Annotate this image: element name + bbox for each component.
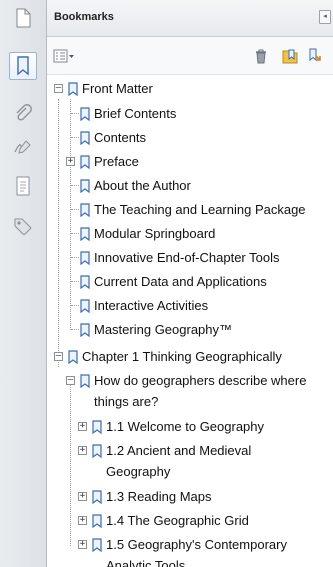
bookmark-label: Interactive Activities — [94, 298, 209, 313]
tree-connector — [71, 233, 79, 234]
bookmark-icon — [80, 107, 90, 121]
navigation-rail — [0, 0, 47, 567]
bookmark-label: 1.2 Ancient and Medieval Geography — [106, 443, 252, 479]
trash-icon[interactable] — [254, 48, 268, 64]
bookmark-label: Current Data and Applications — [94, 274, 267, 289]
panel-header: Bookmarks ◂ — [47, 0, 333, 37]
tree-connector — [71, 113, 79, 114]
tree-connector — [71, 185, 79, 186]
bookmark-label: The Teaching and Learning Package — [94, 202, 306, 217]
bookmark-icon — [68, 350, 78, 364]
bookmark-label: About the Author — [94, 178, 191, 193]
bookmark-icon — [80, 203, 90, 217]
tree-connector — [71, 209, 79, 210]
bookmark-label: 1.5 Geography's Contemporary Analytic To… — [106, 537, 287, 567]
bookmark-icon — [80, 155, 90, 169]
bookmark-tree: – Front Matter Brief Contents Contents +… — [47, 75, 333, 567]
bookmarks-panel: Bookmarks ◂ – Front Matter Brief Content… — [47, 0, 333, 567]
bookmark-icon — [80, 227, 90, 241]
expand-toggle[interactable]: + — [78, 446, 87, 455]
tree-connector — [71, 137, 79, 138]
bookmark-label: Preface — [94, 154, 139, 169]
content-icon[interactable] — [9, 172, 37, 200]
tree-connector — [70, 378, 71, 546]
bookmark-label: Innovative End-of-Chapter Tools — [94, 250, 280, 265]
tree-connector — [70, 99, 71, 330]
expand-toggle[interactable]: + — [78, 540, 87, 549]
bookmarks-icon[interactable] — [9, 52, 37, 80]
bookmark-label: Brief Contents — [94, 106, 177, 121]
tree-connector — [71, 329, 79, 330]
new-bookmark-icon[interactable] — [281, 48, 299, 64]
bookmark-label: Front Matter — [82, 81, 153, 96]
bookmark-label: Mastering Geography™ — [94, 322, 233, 337]
expand-toggle[interactable]: + — [78, 516, 87, 525]
collapse-panel-button[interactable]: ◂ — [319, 10, 331, 24]
collapse-toggle[interactable]: – — [66, 376, 75, 385]
bookmark-expand-icon[interactable] — [307, 48, 325, 64]
list-options-icon[interactable] — [53, 48, 75, 64]
bookmark-label: Modular Springboard — [94, 226, 216, 241]
bookmark-label: 1.4 The Geographic Grid — [106, 513, 249, 528]
bookmark-label: How do geographers describe where things… — [94, 373, 307, 409]
tree-connector — [58, 99, 59, 367]
bookmark-icon — [92, 490, 102, 504]
tree-connector — [71, 305, 79, 306]
bookmark-icon — [80, 299, 90, 313]
bookmark-icon — [80, 275, 90, 289]
bookmark-icon — [92, 420, 102, 434]
bookmark-label: 1.1 Welcome to Geography — [106, 419, 265, 434]
bookmark-icon — [80, 131, 90, 145]
tags-icon[interactable] — [9, 212, 37, 240]
bookmark-icon — [80, 374, 90, 388]
expand-toggle[interactable]: + — [66, 157, 75, 166]
bookmark-label: 1.3 Reading Maps — [106, 489, 212, 504]
attachments-icon[interactable] — [9, 100, 37, 128]
bookmark-icon — [68, 82, 78, 96]
bookmark-icon — [80, 251, 90, 265]
bookmark-label: Chapter 1 Thinking Geographically — [82, 349, 282, 364]
bookmark-icon — [92, 514, 102, 528]
tree-connector — [71, 281, 79, 282]
collapse-toggle[interactable]: – — [54, 84, 63, 93]
pages-icon[interactable] — [9, 4, 37, 32]
bookmark-icon — [92, 444, 102, 458]
bookmarks-toolbar — [47, 37, 333, 75]
bookmark-icon — [80, 179, 90, 193]
panel-title: Bookmarks — [54, 11, 114, 23]
bookmark-label: Contents — [94, 130, 147, 145]
expand-toggle[interactable]: + — [78, 492, 87, 501]
collapse-toggle[interactable]: – — [54, 352, 63, 361]
tree-connector — [71, 257, 79, 258]
signatures-icon[interactable] — [9, 133, 37, 161]
expand-toggle[interactable]: + — [78, 422, 87, 431]
bookmark-icon — [80, 323, 90, 337]
bookmark-icon — [92, 538, 102, 552]
